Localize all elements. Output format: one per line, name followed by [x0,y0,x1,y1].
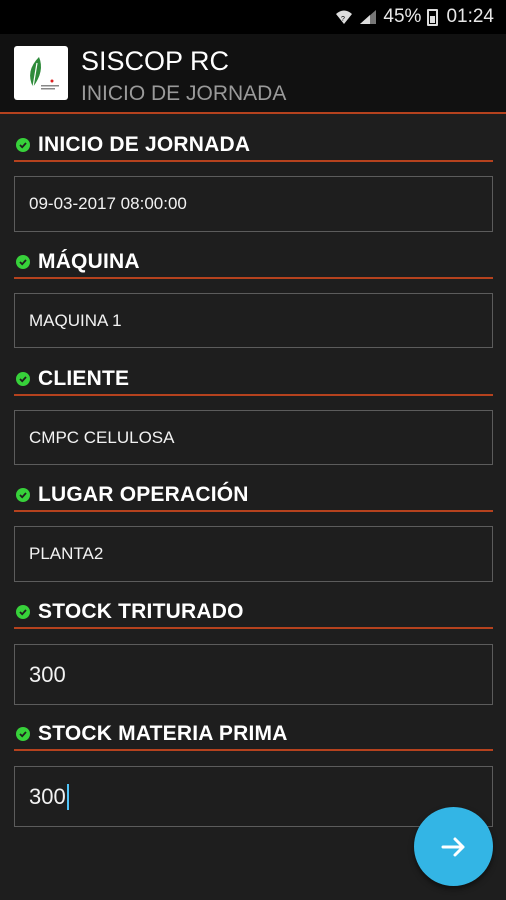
field-label: CLIENTE [38,367,130,390]
status-bar: ? 45% 01:24 [0,0,506,34]
field-stock-triturado: STOCK TRITURADO 300 [14,597,493,705]
field-cliente: CLIENTE CMPC CELULOSA [14,364,493,465]
field-value: 300 [29,783,66,809]
arrow-right-icon [441,837,464,856]
field-inicio-jornada: INICIO DE JORNADA 09-03-2017 08:00:00 [14,130,493,232]
check-circle-icon [16,488,30,502]
wifi-icon: ? [336,10,353,24]
check-circle-icon [16,727,30,741]
field-value: PLANTA2 [29,544,104,563]
datetime-input[interactable]: 09-03-2017 08:00:00 [14,176,493,232]
field-value: 09-03-2017 08:00:00 [29,194,187,213]
field-label: LUGAR OPERACIÓN [38,483,249,506]
check-circle-icon [16,605,30,619]
app-bar: SISCOP RC INICIO DE JORNADA [0,34,506,114]
battery-icon [427,8,439,26]
maquina-select[interactable]: MAQUINA 1 [14,293,493,348]
stock-triturado-input[interactable]: 300 [14,644,493,705]
field-label-row: MÁQUINA [14,247,493,279]
svg-text:?: ? [341,16,345,23]
app-subtitle: INICIO DE JORNADA [81,82,287,105]
field-value: MAQUINA 1 [29,310,122,330]
field-label-row: LUGAR OPERACIÓN [14,480,493,512]
field-label: INICIO DE JORNADA [38,133,251,156]
field-label-row: INICIO DE JORNADA [14,130,493,162]
battery-percent: 45% [383,6,422,27]
check-circle-icon [16,138,30,152]
field-label-row: CLIENTE [14,364,493,396]
field-value: 300 [29,661,66,687]
clock: 01:24 [446,6,494,27]
field-label-row: STOCK MATERIA PRIMA [14,719,493,751]
leaf-logo-icon [30,57,59,90]
lugar-operacion-select[interactable]: PLANTA2 [14,526,493,582]
check-circle-icon [16,255,30,269]
field-label: STOCK TRITURADO [38,600,244,623]
cliente-select[interactable]: CMPC CELULOSA [14,410,493,465]
field-label-row: STOCK TRITURADO [14,597,493,629]
text-cursor [66,783,69,810]
field-stock-materia-prima: STOCK MATERIA PRIMA 300 [14,719,493,827]
signal-icon [360,10,377,24]
app-logo [14,46,68,100]
field-lugar-operacion: LUGAR OPERACIÓN PLANTA2 [14,480,493,582]
check-circle-icon [16,372,30,386]
next-button[interactable] [414,807,493,886]
stock-materia-prima-input[interactable]: 300 [14,766,493,827]
app-title: SISCOP RC [81,46,230,76]
field-label: STOCK MATERIA PRIMA [38,722,288,745]
field-maquina: MÁQUINA MAQUINA 1 [14,247,493,348]
field-label: MÁQUINA [38,250,140,273]
field-value: CMPC CELULOSA [29,427,175,447]
